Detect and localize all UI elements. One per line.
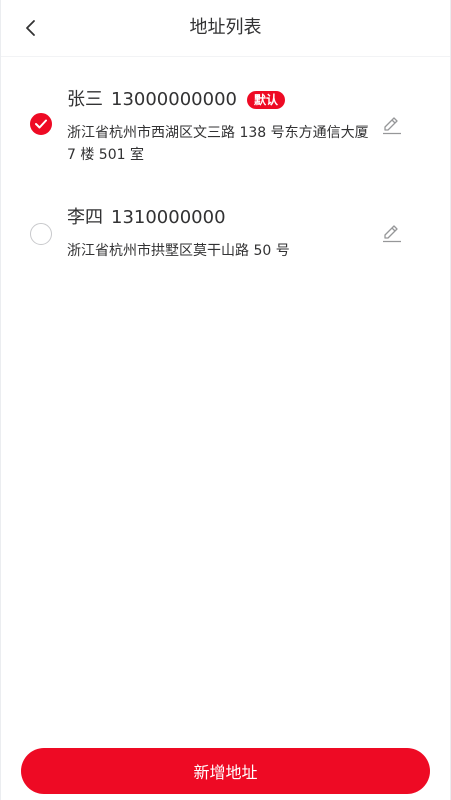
address-radio-checked[interactable] bbox=[30, 113, 52, 135]
address-list-page: 地址列表 张三 13000000000 默认 浙江省杭州市西湖区文三路 138 … bbox=[0, 0, 451, 800]
contact-name: 李四 bbox=[67, 207, 103, 228]
address-detail: 浙江省杭州市拱墅区莫干山路 50 号 bbox=[67, 243, 290, 259]
default-badge: 默认 bbox=[246, 91, 285, 109]
address-item[interactable]: 李四 1310000000 浙江省杭州市拱墅区莫干山路 50 号 bbox=[1, 204, 450, 274]
contact-name: 张三 bbox=[67, 89, 103, 110]
checkmark-icon bbox=[35, 119, 47, 129]
address-content: 李四 1310000000 浙江省杭州市拱墅区莫干山路 50 号 bbox=[67, 206, 373, 262]
address-item[interactable]: 张三 13000000000 默认 浙江省杭州市西湖区文三路 138 号东方通信… bbox=[1, 84, 450, 174]
add-address-button[interactable]: 新增地址 bbox=[21, 748, 430, 794]
page-title: 地址列表 bbox=[189, 17, 262, 38]
nav-bar: 地址列表 bbox=[1, 0, 450, 57]
contact-phone: 13000000000 bbox=[111, 89, 237, 110]
address-content: 张三 13000000000 默认 浙江省杭州市西湖区文三路 138 号东方通信… bbox=[67, 88, 373, 166]
edit-icon[interactable] bbox=[381, 222, 403, 244]
address-radio-unchecked[interactable] bbox=[30, 223, 52, 245]
address-head: 张三 13000000000 默认 bbox=[67, 88, 373, 112]
address-detail: 浙江省杭州市西湖区文三路 138 号东方通信大厦 7 楼 501 室 bbox=[67, 125, 369, 163]
address-head: 李四 1310000000 bbox=[67, 206, 373, 230]
edit-icon[interactable] bbox=[381, 114, 403, 136]
bottom-bar: 新增地址 bbox=[21, 748, 430, 794]
contact-phone: 1310000000 bbox=[111, 207, 226, 228]
